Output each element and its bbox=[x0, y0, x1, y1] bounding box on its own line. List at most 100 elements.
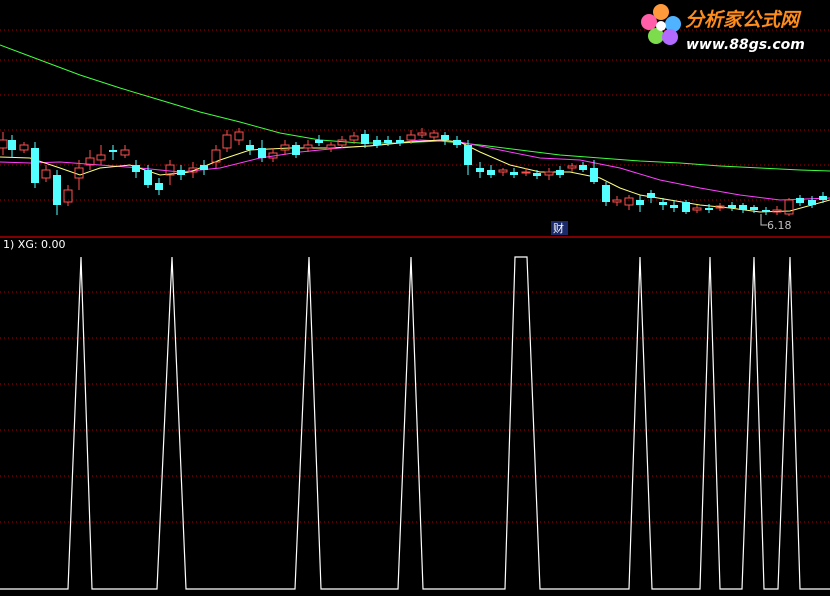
down-candle bbox=[31, 142, 39, 188]
financial-marker-label[interactable]: 财 bbox=[553, 221, 564, 235]
up-candle bbox=[544, 168, 554, 180]
site-logo: 分析家公式网 www.88gs.com bbox=[641, 4, 805, 53]
candle-body bbox=[762, 210, 770, 212]
chart-canvas[interactable]: 6.18 财 1) XG: 0.00 分析家公式网 www.88gs.com bbox=[0, 0, 830, 592]
candle-body bbox=[222, 134, 232, 149]
candle-body bbox=[177, 170, 185, 175]
up-candle bbox=[0, 132, 8, 155]
down-candle bbox=[464, 140, 472, 175]
candle-body bbox=[784, 199, 794, 215]
candle-body bbox=[19, 144, 29, 151]
candle-body bbox=[303, 144, 313, 149]
candle-body bbox=[464, 145, 472, 165]
down-candle bbox=[200, 160, 208, 175]
candle-body bbox=[280, 144, 290, 151]
up-candle bbox=[63, 185, 73, 206]
down-candle bbox=[441, 132, 449, 145]
up-candle bbox=[96, 145, 106, 165]
low-price-label: 6.18 bbox=[767, 219, 792, 232]
candle-body bbox=[258, 148, 266, 158]
down-candle bbox=[177, 165, 185, 180]
up-candle bbox=[498, 168, 508, 176]
candle-body bbox=[132, 165, 140, 172]
candle-body bbox=[498, 169, 508, 173]
candle-body bbox=[0, 139, 8, 149]
down-candle bbox=[476, 162, 484, 178]
xg-signal-line bbox=[0, 256, 830, 590]
up-candle bbox=[567, 163, 577, 172]
candle-body bbox=[647, 193, 655, 198]
candle-body bbox=[808, 200, 816, 205]
candle-body bbox=[417, 132, 427, 136]
down-candle bbox=[396, 136, 404, 146]
candle-body bbox=[53, 175, 61, 205]
up-candle bbox=[784, 198, 794, 216]
down-candle bbox=[728, 202, 736, 211]
down-candle bbox=[246, 140, 254, 155]
moving-average-lines bbox=[0, 44, 830, 213]
candle-body bbox=[670, 205, 678, 208]
candle-body bbox=[234, 131, 244, 141]
up-candle bbox=[612, 196, 622, 206]
candle-body bbox=[429, 132, 439, 138]
up-candle bbox=[19, 142, 29, 153]
candle-body bbox=[41, 169, 51, 179]
down-candle bbox=[647, 190, 655, 203]
main-grid bbox=[0, 29, 830, 201]
down-candle bbox=[533, 170, 541, 179]
stock-chart-window: 6.18 财 1) XG: 0.00 分析家公式网 www.88gs.com bbox=[0, 0, 830, 592]
candle-body bbox=[396, 140, 404, 143]
candle-body bbox=[487, 170, 495, 175]
up-candle bbox=[429, 130, 439, 140]
candle-body bbox=[544, 171, 554, 176]
candle-body bbox=[144, 170, 152, 185]
up-candle bbox=[222, 130, 232, 152]
candle-body bbox=[315, 140, 323, 143]
up-candle bbox=[772, 206, 782, 215]
down-candle bbox=[155, 178, 163, 195]
candle-body bbox=[692, 207, 702, 211]
up-candle bbox=[120, 145, 130, 158]
candle-body bbox=[120, 149, 130, 156]
up-candle bbox=[41, 165, 51, 182]
candle-body bbox=[739, 205, 747, 210]
up-candle bbox=[85, 150, 95, 170]
up-candle bbox=[303, 140, 313, 152]
candle-body bbox=[682, 202, 690, 212]
candle-body bbox=[728, 205, 736, 208]
down-candle bbox=[132, 160, 140, 178]
candle-body bbox=[384, 140, 392, 143]
candle-body bbox=[612, 199, 622, 203]
down-candle bbox=[602, 182, 610, 206]
candle-body bbox=[533, 173, 541, 176]
down-candle bbox=[292, 142, 300, 158]
candle-body bbox=[567, 165, 577, 169]
candle-body bbox=[292, 145, 300, 155]
candle-body bbox=[109, 150, 117, 152]
candle-body bbox=[373, 140, 381, 145]
logo-url: www.88gs.com bbox=[686, 37, 805, 53]
down-candle bbox=[739, 203, 747, 213]
up-candle bbox=[624, 195, 634, 210]
flower-logo-icon bbox=[641, 4, 681, 45]
down-candle bbox=[762, 207, 770, 215]
up-candle bbox=[268, 148, 278, 162]
candle-body bbox=[326, 144, 336, 149]
up-candle bbox=[165, 160, 175, 185]
financial-report-marker[interactable]: 财 bbox=[551, 221, 568, 235]
candle-body bbox=[659, 202, 667, 205]
up-candle bbox=[326, 142, 336, 152]
candle-body bbox=[200, 165, 208, 170]
candle-body bbox=[406, 134, 416, 141]
up-candle bbox=[692, 205, 702, 213]
down-candle bbox=[682, 200, 690, 214]
down-candle bbox=[315, 135, 323, 146]
candle-body bbox=[155, 183, 163, 190]
down-candle bbox=[510, 168, 518, 178]
low-price-annotation: 6.18 bbox=[760, 214, 792, 232]
candle-body bbox=[337, 139, 347, 146]
ma-long-line bbox=[0, 44, 830, 172]
candle-body bbox=[796, 198, 804, 203]
candle-body bbox=[819, 196, 827, 200]
candle-body bbox=[636, 200, 644, 205]
